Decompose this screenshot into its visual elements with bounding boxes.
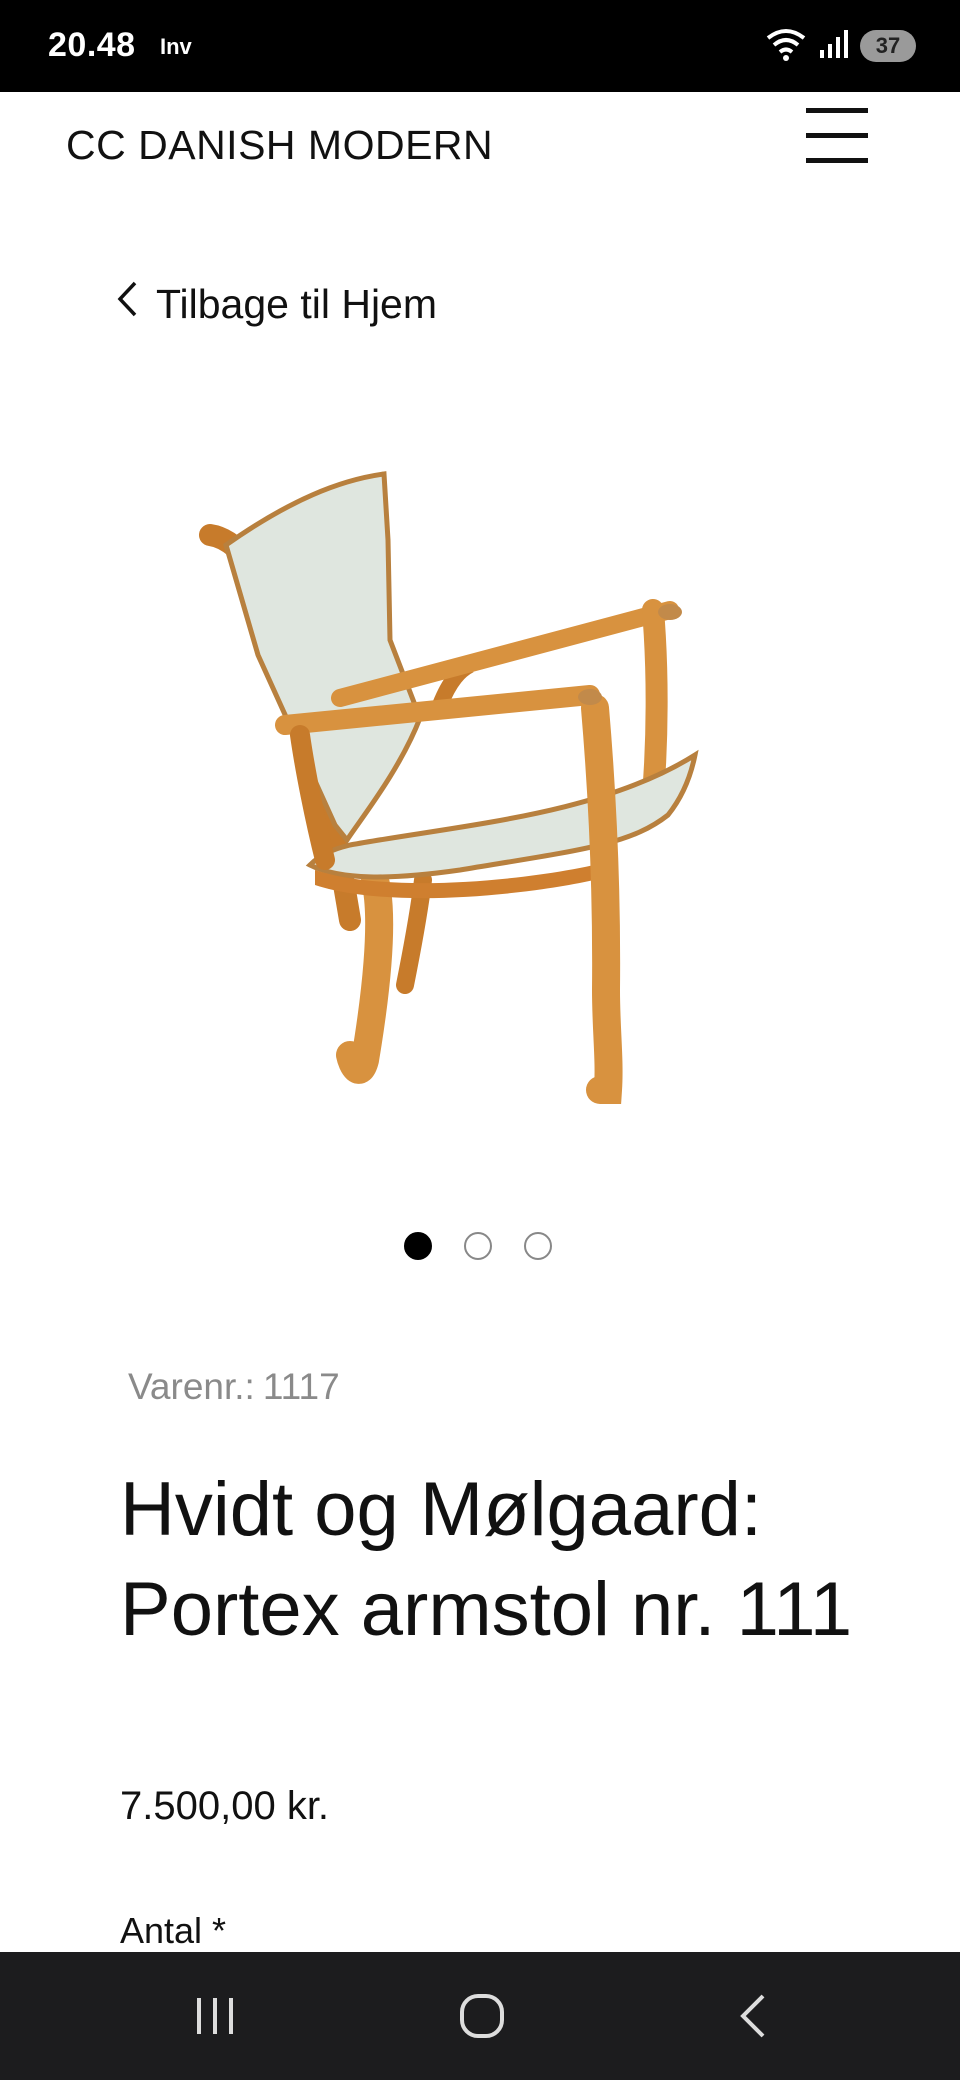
menu-line [806,133,868,138]
home-icon[interactable] [442,1980,522,2052]
sku-label: Varenr.: [128,1366,255,1407]
menu-line [806,158,868,163]
back-link-label: Tilbage til Hjem [156,280,438,327]
status-carrier: Inv [160,34,192,59]
sku-value: 1117 [262,1366,340,1407]
signal-icon [818,28,850,65]
system-nav-bar [0,1952,960,2080]
gallery-dot[interactable] [404,1232,432,1260]
gallery-dot[interactable] [524,1232,552,1260]
product-image[interactable] [160,440,760,1180]
status-time: 20.48 [48,26,136,64]
status-icons: 37 [764,26,916,66]
quantity-label: Antal * [120,1910,227,1951]
brand-logo[interactable]: CC DANISH MODERN [66,122,493,169]
menu-line [806,108,868,113]
recents-icon[interactable] [175,1980,255,2052]
back-icon[interactable] [712,1980,792,2052]
chevron-left-icon [116,280,138,328]
chair-image [199,471,699,1104]
sku: Varenr.: 1117 [120,1366,340,1408]
status-bar: 20.48 Inv 37 [0,0,960,92]
menu-icon[interactable] [806,108,868,170]
back-link[interactable]: Tilbage til Hjem [116,280,437,328]
battery-icon: 37 [860,30,916,62]
wifi-icon [764,26,808,67]
product-title: Hvidt og Mølgaard: Portex armstol nr. 11… [120,1467,853,1652]
site-header: CC DANISH MODERN [0,92,960,222]
gallery-dots [404,1232,552,1260]
product-price: 7.500,00 kr. [120,1784,330,1828]
gallery-dot[interactable] [464,1232,492,1260]
